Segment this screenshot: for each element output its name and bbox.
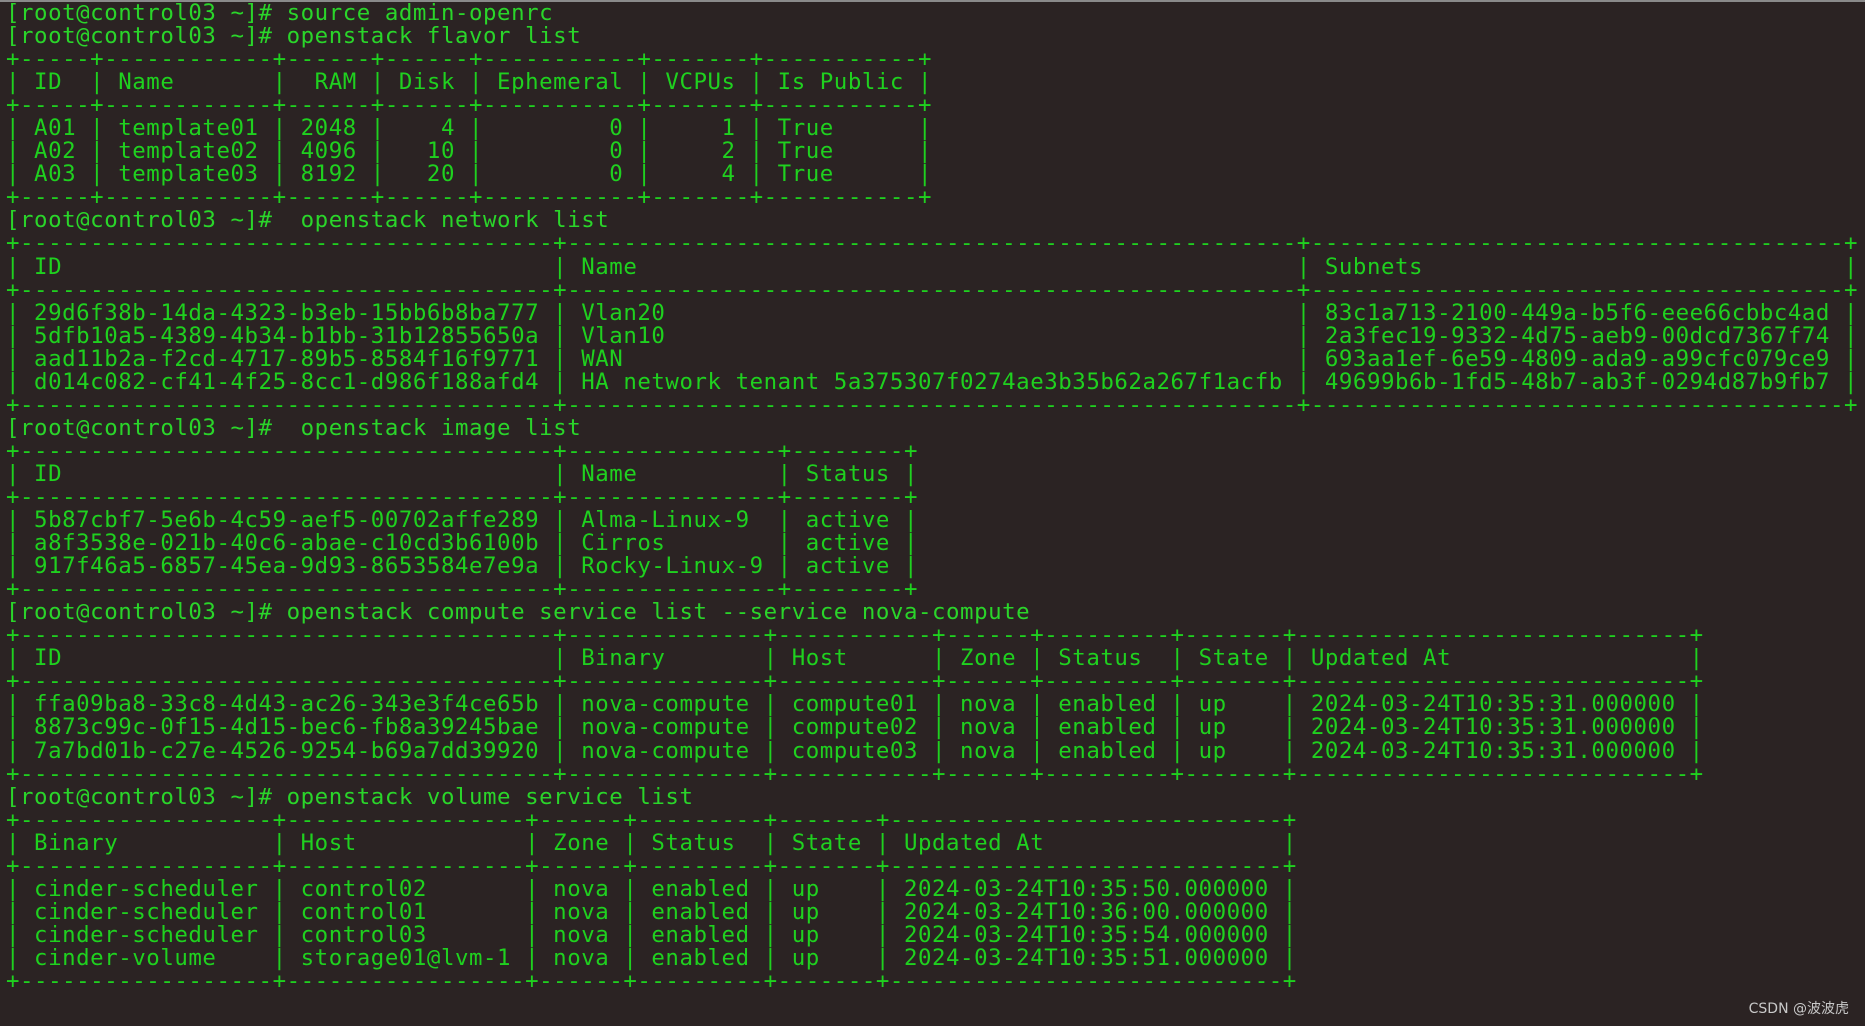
output-line: | A03 | template03 | 8192 | 20 | 0 | 4 |… bbox=[6, 161, 932, 188]
output-line: | 7a7bd01b-c27e-4526-9254-b69a7dd39920 |… bbox=[6, 737, 1704, 764]
output-line: | ffa09ba8-33c8-4d43-ac26-343e3f4ce65b |… bbox=[6, 691, 1704, 718]
command-prompt-line: [root@control03 ~]# openstack compute se… bbox=[6, 599, 1031, 626]
output-line: | d014c082-cf41-4f25-8cc1-d986f188afd4 |… bbox=[6, 368, 1858, 395]
output-line: | ID | Binary | Host | Zone | Status | S… bbox=[6, 645, 1704, 672]
output-line: | 917f46a5-6857-45ea-9d93-8653584e7e9a |… bbox=[6, 553, 918, 580]
output-line: +--------------------------------------+… bbox=[6, 622, 1704, 649]
output-line: +-----+------------+------+------+------… bbox=[6, 184, 932, 211]
output-line: +--------------------------------------+… bbox=[6, 668, 1704, 695]
output-line: | cinder-scheduler | control03 | nova | … bbox=[6, 921, 1297, 948]
output-line: | 5dfb10a5-4389-4b34-b1bb-31b12855650a |… bbox=[6, 322, 1858, 349]
output-line: +--------------------------------------+… bbox=[6, 760, 1704, 787]
output-line: | aad11b2a-f2cd-4717-89b5-8584f16f9771 |… bbox=[6, 345, 1858, 372]
command-prompt-line: [root@control03 ~]# openstack image list bbox=[6, 414, 582, 441]
output-line: | 8873c99c-0f15-4d15-bec6-fb8a39245bae |… bbox=[6, 714, 1704, 741]
command-prompt-line: [root@control03 ~]# openstack network li… bbox=[6, 207, 610, 234]
output-line: | ID | Name | RAM | Disk | Ephemeral | V… bbox=[6, 69, 932, 96]
output-line: +--------------------------------------+… bbox=[6, 576, 918, 603]
output-line: +------------------+-----------------+--… bbox=[6, 806, 1297, 833]
output-line: | cinder-scheduler | control02 | nova | … bbox=[6, 875, 1297, 902]
output-line: | ID | Name | Subnets | bbox=[6, 253, 1858, 280]
output-line: +------------------+-----------------+--… bbox=[6, 852, 1297, 879]
output-line: | cinder-volume | storage01@lvm-1 | nova… bbox=[6, 944, 1297, 971]
output-line: +--------------------------------------+… bbox=[6, 230, 1858, 257]
output-line: +--------------------------------------+… bbox=[6, 276, 1858, 303]
output-line: | 5b87cbf7-5e6b-4c59-aef5-00702affe289 |… bbox=[6, 507, 918, 534]
output-line: +--------------------------------------+… bbox=[6, 391, 1858, 418]
command-prompt-line: [root@control03 ~]# openstack volume ser… bbox=[6, 783, 694, 810]
output-line: | A01 | template01 | 2048 | 4 | 0 | 1 | … bbox=[6, 115, 932, 142]
terminal-output[interactable]: [root@control03 ~]# source admin-openrc[… bbox=[6, 2, 1861, 993]
output-line: +-----+------------+------+------+------… bbox=[6, 46, 932, 73]
output-line: | Binary | Host | Zone | Status | State … bbox=[6, 829, 1297, 856]
watermark: CSDN @波波虎 bbox=[1748, 1001, 1849, 1017]
command-prompt-line: [root@control03 ~]# openstack flavor lis… bbox=[6, 23, 582, 50]
output-line: | ID | Name | Status | bbox=[6, 460, 918, 487]
output-line: | A02 | template02 | 4096 | 10 | 0 | 2 |… bbox=[6, 138, 932, 165]
output-line: | cinder-scheduler | control01 | nova | … bbox=[6, 898, 1297, 925]
output-line: +--------------------------------------+… bbox=[6, 483, 918, 510]
command-prompt-line: [root@control03 ~]# source admin-openrc bbox=[6, 2, 554, 26]
output-line: +--------------------------------------+… bbox=[6, 437, 918, 464]
output-line: | 29d6f38b-14da-4323-b3eb-15bb6b8ba777 |… bbox=[6, 299, 1858, 326]
output-line: | a8f3538e-021b-40c6-abae-c10cd3b6100b |… bbox=[6, 530, 918, 557]
output-line: +------------------+-----------------+--… bbox=[6, 967, 1297, 994]
output-line: +-----+------------+------+------+------… bbox=[6, 92, 932, 119]
